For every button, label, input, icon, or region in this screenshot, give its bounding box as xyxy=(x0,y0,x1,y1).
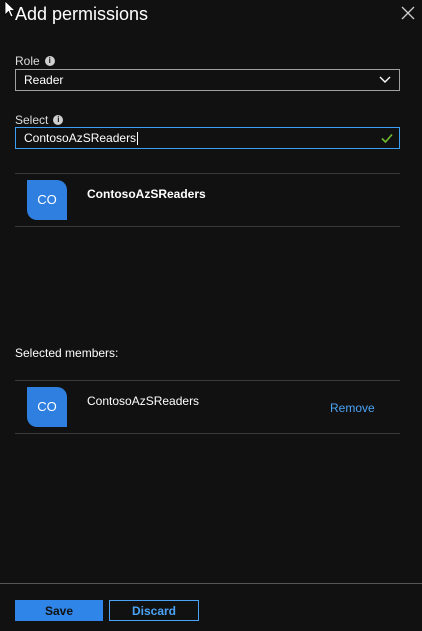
close-icon[interactable] xyxy=(399,4,417,22)
avatar: CO xyxy=(27,180,67,220)
role-value: Reader xyxy=(24,73,64,87)
discard-button[interactable]: Discard xyxy=(109,600,199,621)
search-result-name: ContosoAzSReaders xyxy=(87,187,206,201)
remove-member-link[interactable]: Remove xyxy=(330,401,375,415)
avatar: CO xyxy=(27,387,67,427)
select-search-value: ContosoAzSReaders xyxy=(24,131,139,146)
panel-title: Add permissions xyxy=(15,4,149,24)
selected-member-name: ContosoAzSReaders xyxy=(87,394,200,408)
divider xyxy=(15,226,400,227)
info-icon[interactable]: i xyxy=(44,56,55,66)
role-label: Role xyxy=(15,54,40,68)
role-dropdown[interactable]: Reader xyxy=(15,69,400,91)
divider xyxy=(15,173,400,174)
info-icon[interactable]: i xyxy=(53,115,64,125)
chevron-down-icon xyxy=(379,76,391,83)
divider xyxy=(15,380,400,381)
select-label: Select xyxy=(15,113,49,127)
role-label-row: Role i xyxy=(15,54,55,68)
divider xyxy=(15,433,400,434)
footer-divider xyxy=(0,583,422,584)
select-search-input[interactable]: ContosoAzSReaders xyxy=(15,127,400,149)
selected-members-label: Selected members: xyxy=(15,346,119,360)
select-label-row: Select i xyxy=(15,113,64,127)
checkmark-icon xyxy=(381,133,393,144)
save-button[interactable]: Save xyxy=(15,600,103,621)
